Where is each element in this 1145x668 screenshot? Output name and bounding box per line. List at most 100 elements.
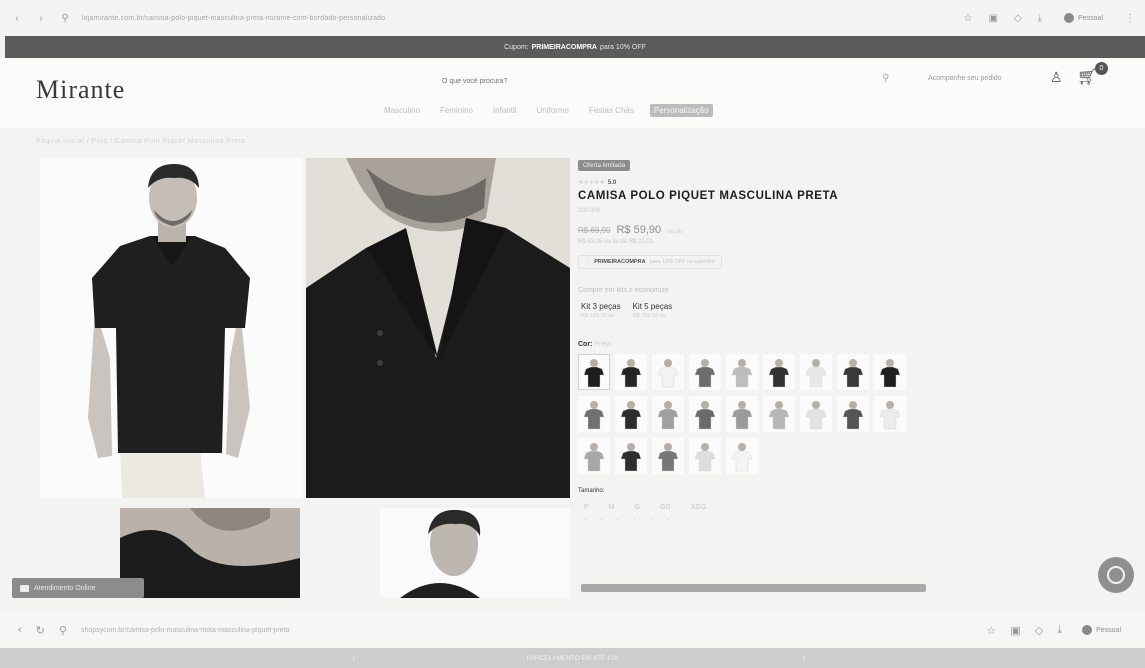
color-swatch[interactable] [615, 396, 647, 432]
address-bar[interactable]: shopsycom.br/camisa-polo-masculina-mota-… [81, 627, 973, 634]
rating-score: 5.0 [607, 179, 617, 186]
color-swatch[interactable] [874, 396, 906, 432]
size-option-xgg[interactable]: XGG [691, 504, 707, 511]
installment-banner: ‹ PARCELAMENTO EM ATÉ 10X › [0, 648, 1145, 668]
profile-button[interactable]: Pessoal [1058, 11, 1109, 25]
price-row: R$ 69,90 R$ 59,90 no pix [578, 224, 928, 236]
kit-name: Kit 5 peças [632, 302, 673, 311]
polo-shirt-icon [842, 359, 864, 388]
kit-heading: Compre em kits e economize [578, 287, 669, 294]
star-icon[interactable]: ☆ [986, 624, 996, 637]
coupon-code: PRIMEIRACOMPRA [594, 259, 646, 265]
buy-button[interactable] [581, 584, 926, 592]
search-icon[interactable]: ⚲ [882, 73, 889, 84]
coupon-text: para 10% OFF no carrinho [649, 259, 715, 265]
product-photo-detail[interactable] [120, 508, 300, 598]
rating[interactable]: ★★★★★ 5.0 [578, 179, 928, 187]
product-photo-collar[interactable] [306, 158, 570, 498]
star-icon[interactable]: ☆ [964, 13, 973, 24]
browser-toolbar: ‹ › ⚲ lojamirante.com.br/camisa-polo-piq… [0, 0, 1145, 36]
product-gallery [40, 158, 570, 598]
back-icon[interactable]: ‹ [10, 11, 24, 25]
color-swatch[interactable] [837, 396, 869, 432]
color-swatch[interactable] [726, 396, 758, 432]
kit-option-5[interactable]: Kit 5 peças R$ 259,50 un [630, 300, 676, 321]
polo-shirt-icon [583, 443, 605, 472]
kit-name: Kit 3 peças [581, 302, 621, 311]
download-icon[interactable]: ⤓ [1057, 624, 1062, 637]
color-swatch[interactable] [837, 354, 869, 390]
color-swatch[interactable] [800, 354, 832, 390]
profile-button[interactable]: Pessoal [1076, 623, 1127, 637]
online-chat-button[interactable]: Atendimento Online [12, 578, 144, 598]
color-swatch[interactable] [763, 396, 795, 432]
color-swatch[interactable] [689, 354, 721, 390]
whatsapp-button[interactable] [1098, 557, 1134, 593]
nav-item-uniforme[interactable]: Uniforme [533, 104, 573, 117]
product-info: Oferta limitada ★★★★★ 5.0 CAMISA POLO PI… [578, 158, 928, 523]
address-bar[interactable]: lojamirante.com.br/camisa-polo-piquet-ma… [82, 15, 954, 22]
reload-icon[interactable]: ↻ [36, 624, 45, 637]
color-swatch[interactable] [615, 354, 647, 390]
extensions-icon[interactable]: ▣ [989, 13, 998, 24]
user-icon[interactable]: ♙ [1050, 69, 1063, 86]
polo-shirt-icon [657, 443, 679, 472]
search-input[interactable] [420, 70, 900, 92]
track-order-link[interactable]: Acompanhe seu pedido [928, 75, 1002, 82]
color-swatch[interactable] [874, 354, 906, 390]
kit-option-3[interactable]: Kit 3 peças R$ 169,70 un [578, 300, 624, 321]
color-swatch[interactable] [726, 354, 758, 390]
nav-item-personalizacao[interactable]: Personalização [649, 104, 713, 117]
color-swatch[interactable] [578, 438, 610, 474]
extensions-icon[interactable]: ▣ [1010, 624, 1020, 637]
menu-icon[interactable]: ⋮ [1125, 13, 1135, 24]
color-swatch[interactable] [763, 354, 795, 390]
product-photo-front[interactable] [40, 158, 302, 498]
size-option-p[interactable]: P [584, 504, 589, 511]
color-swatch[interactable] [578, 396, 610, 432]
chevron-left-icon[interactable]: ‹ [352, 653, 355, 664]
nav-item-infantil[interactable]: Infantil [489, 104, 521, 117]
color-swatch[interactable] [578, 354, 610, 390]
color-swatch[interactable] [800, 396, 832, 432]
download-icon[interactable]: ⤓ [1038, 13, 1042, 24]
main-nav: Masculino Feminino Infantil Uniforme Fes… [380, 104, 713, 117]
product-photo-portrait[interactable] [380, 508, 570, 598]
shield-icon[interactable]: ◇ [1014, 13, 1022, 24]
size-option-m[interactable]: M [609, 504, 615, 511]
site-logo[interactable]: Mirante [36, 75, 125, 105]
site-info-icon[interactable]: ⚲ [59, 624, 67, 637]
color-swatch[interactable] [652, 438, 684, 474]
site-info-icon[interactable]: ⚲ [58, 11, 72, 25]
kit-options: Kit 3 peças R$ 169,70 un Kit 5 peças R$ … [578, 300, 928, 321]
size-option-gg[interactable]: GG [660, 504, 671, 511]
color-swatch[interactable] [652, 354, 684, 390]
ticket-icon: ⬚ [585, 259, 591, 265]
size-option-g[interactable]: G [635, 504, 640, 511]
color-swatch[interactable] [615, 438, 647, 474]
polo-shirt-icon [694, 401, 716, 430]
nav-item-masculino[interactable]: Masculino [380, 104, 424, 117]
shield-icon[interactable]: ◇ [1035, 624, 1043, 637]
size-label: Tamanho: [578, 488, 605, 494]
coupon-banner-suffix: para 10% OFF [599, 43, 646, 51]
coupon-box[interactable]: ⬚ PRIMEIRACOMPRA para 10% OFF no carrinh… [578, 255, 722, 269]
nav-item-festas[interactable]: Festas Chás [585, 104, 638, 117]
polo-shirt-icon [620, 359, 642, 388]
nav-item-feminino[interactable]: Feminino [436, 104, 477, 117]
color-swatch[interactable] [689, 438, 721, 474]
secondary-browser-toolbar: ‹ ↻ ⚲ shopsycom.br/camisa-polo-masculina… [0, 612, 1145, 648]
color-swatch[interactable] [726, 438, 758, 474]
stock-indicators: ● ● ● ● ● ● [584, 517, 676, 523]
kit-price: R$ 259,50 un [632, 313, 666, 319]
back-icon[interactable]: ‹ [18, 624, 22, 636]
coupon-banner: Cupom: PRIMEIRACOMPRA para 10% OFF [5, 36, 1145, 58]
polo-shirt-icon [805, 401, 827, 430]
color-swatch[interactable] [652, 396, 684, 432]
forward-icon[interactable]: › [34, 11, 48, 25]
color-swatch[interactable] [689, 396, 721, 432]
chevron-right-icon[interactable]: › [802, 653, 805, 664]
whatsapp-icon [1107, 566, 1125, 584]
kit-price: R$ 169,70 un [581, 313, 615, 319]
breadcrumb[interactable]: Página inicial / Polo / Camisa Polo Piqu… [36, 138, 246, 145]
